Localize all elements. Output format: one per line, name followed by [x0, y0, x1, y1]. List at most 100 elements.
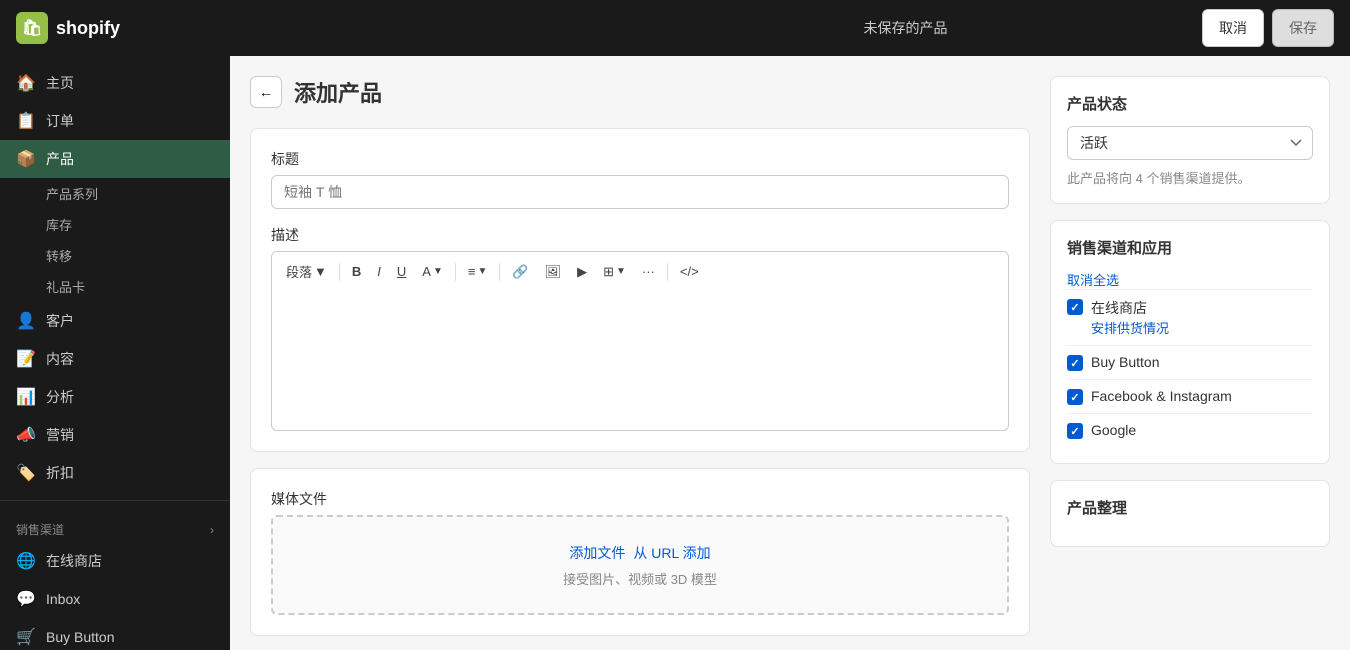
product-status-card: 产品状态 活跃 草稿 此产品将向 4 个销售渠道提供。 [1050, 76, 1330, 204]
discounts-icon: 🏷️ [16, 463, 36, 483]
save-button[interactable]: 保存 [1272, 9, 1334, 47]
sidebar-item-label: 订单 [46, 111, 74, 131]
sidebar-item-label: 主页 [46, 73, 74, 93]
sidebar-section-sales: 销售渠道 › [0, 509, 230, 542]
buy-button-icon: 🛒 [16, 627, 36, 647]
main-layout: 🏠 主页 📋 订单 📦 产品 产品系列 库存 转移 礼品卡 👤 客户 📝 内容 … [0, 56, 1350, 650]
sidebar-item-inbox[interactable]: 💬 Inbox [0, 580, 230, 618]
description-section: 描述 段落 ▼ B I U A▼ ≡▼ [271, 225, 1009, 431]
page-header: ← 添加产品 [250, 76, 1030, 108]
title-input[interactable] [271, 175, 1009, 209]
sidebar-item-customers[interactable]: 👤 客户 [0, 302, 230, 340]
sidebar-item-discounts[interactable]: 🏷️ 折扣 [0, 454, 230, 492]
products-icon: 📦 [16, 149, 36, 169]
sidebar-sub-gift-cards[interactable]: 礼品卡 [0, 271, 230, 302]
orders-icon: 📋 [16, 111, 36, 131]
sidebar-right: 产品状态 活跃 草稿 此产品将向 4 个销售渠道提供。 销售渠道和应用 取消全选… [1050, 76, 1330, 630]
editor-body[interactable] [271, 291, 1009, 431]
sidebar-item-marketing[interactable]: 📣 营销 [0, 416, 230, 454]
media-hint: 接受图片、视频或 3D 模型 [563, 569, 717, 588]
sidebar-item-home[interactable]: 🏠 主页 [0, 64, 230, 102]
italic-button[interactable]: I [371, 260, 387, 283]
channel-info-google: Google [1091, 422, 1313, 438]
toolbar-divider-4 [667, 263, 668, 281]
shopify-icon: 🛍 [16, 12, 48, 44]
sidebar-item-online-store[interactable]: 🌐 在线商店 [0, 542, 230, 580]
sidebar-item-label: 分析 [46, 387, 74, 407]
content-area: ← 添加产品 标题 描述 段落 ▼ B [230, 56, 1350, 650]
channel-info-facebook-instagram: Facebook & Instagram [1091, 388, 1313, 404]
sidebar-item-buy-button[interactable]: 🛒 Buy Button [0, 618, 230, 650]
organize-card: 产品整理 [1050, 480, 1330, 547]
table-button[interactable]: ⊞▼ [597, 260, 632, 284]
channel-checkbox-online-store[interactable] [1067, 299, 1083, 315]
expand-icon: › [210, 523, 214, 537]
sidebar-divider [0, 500, 230, 501]
back-button[interactable]: ← [250, 76, 282, 108]
organize-card-title: 产品整理 [1067, 497, 1313, 518]
page-title: 添加产品 [294, 76, 382, 108]
sidebar-item-analytics[interactable]: 📊 分析 [0, 378, 230, 416]
channels-card: 销售渠道和应用 取消全选 在线商店 安排供货情况 Buy Button [1050, 220, 1330, 464]
channel-online-store: 在线商店 安排供货情况 [1067, 289, 1313, 345]
add-url-link[interactable]: 从 URL 添加 [633, 543, 710, 563]
channel-checkbox-buy-button[interactable] [1067, 355, 1083, 371]
logo: 🛍 shopify [16, 12, 609, 44]
title-label: 标题 [271, 149, 1009, 169]
sidebar-item-label: 营销 [46, 425, 74, 445]
toolbar-divider-1 [339, 263, 340, 281]
image-button[interactable]: 🖼 [539, 260, 568, 284]
sidebar-item-label: Buy Button [46, 629, 115, 645]
media-upload-links: 添加文件 从 URL 添加 [569, 543, 710, 563]
more-button[interactable]: ··· [636, 260, 661, 283]
media-card: 媒体文件 添加文件 从 URL 添加 接受图片、视频或 3D 模型 [250, 468, 1030, 636]
cancel-button[interactable]: 取消 [1202, 9, 1264, 47]
media-upload-area[interactable]: 添加文件 从 URL 添加 接受图片、视频或 3D 模型 [271, 515, 1009, 615]
content-icon: 📝 [16, 349, 36, 369]
toolbar-divider-3 [499, 263, 500, 281]
add-file-link[interactable]: 添加文件 [569, 543, 625, 563]
channel-info-buy-button: Buy Button [1091, 354, 1313, 370]
sidebar-item-label: 客户 [46, 311, 74, 331]
bold-button[interactable]: B [346, 260, 367, 283]
paragraph-dropdown[interactable]: 段落 ▼ [280, 258, 333, 285]
link-button[interactable]: 🔗 [506, 260, 534, 284]
channel-checkbox-google[interactable] [1067, 423, 1083, 439]
text-color-button[interactable]: A▼ [416, 260, 449, 283]
sidebar-sub-product-series[interactable]: 产品系列 [0, 178, 230, 209]
align-button[interactable]: ≡▼ [462, 260, 494, 283]
sidebar-sub-transfer[interactable]: 转移 [0, 240, 230, 271]
sidebar-item-label: 产品 [46, 149, 74, 169]
channel-info-online-store: 在线商店 安排供货情况 [1091, 298, 1313, 337]
cancel-all-link[interactable]: 取消全选 [1067, 273, 1119, 288]
sidebar-item-label: 内容 [46, 349, 74, 369]
sidebar-sub-inventory[interactable]: 库存 [0, 209, 230, 240]
channel-facebook-instagram: Facebook & Instagram [1067, 379, 1313, 413]
toolbar-divider-2 [455, 263, 456, 281]
sidebar-item-content[interactable]: 📝 内容 [0, 340, 230, 378]
topbar: 🛍 shopify 未保存的产品 取消 保存 [0, 0, 1350, 56]
sidebar-item-products[interactable]: 📦 产品 [0, 140, 230, 178]
product-details-card: 标题 描述 段落 ▼ B I U A▼ [250, 128, 1030, 452]
channel-checkbox-facebook-instagram[interactable] [1067, 389, 1083, 405]
topbar-title: 未保存的产品 [609, 18, 1202, 38]
online-store-icon: 🌐 [16, 551, 36, 571]
sidebar-item-label: 折扣 [46, 463, 74, 483]
home-icon: 🏠 [16, 73, 36, 93]
channel-buy-button: Buy Button [1067, 345, 1313, 379]
sidebar: 🏠 主页 📋 订单 📦 产品 产品系列 库存 转移 礼品卡 👤 客户 📝 内容 … [0, 56, 230, 650]
status-select[interactable]: 活跃 草稿 [1067, 126, 1313, 160]
code-button[interactable]: </> [674, 260, 705, 283]
underline-button[interactable]: U [391, 260, 412, 283]
main-form: ← 添加产品 标题 描述 段落 ▼ B [250, 76, 1030, 630]
video-button[interactable]: ▶ [571, 260, 593, 284]
channels-card-title: 销售渠道和应用 [1067, 237, 1313, 258]
editor-toolbar: 段落 ▼ B I U A▼ ≡▼ 🔗 🖼 ▶ ⊞ [271, 251, 1009, 291]
logo-text: shopify [56, 18, 120, 39]
media-title: 媒体文件 [271, 489, 1009, 509]
desc-label: 描述 [271, 225, 1009, 245]
sidebar-item-orders[interactable]: 📋 订单 [0, 102, 230, 140]
customers-icon: 👤 [16, 311, 36, 331]
dropdown-arrow: ▼ [314, 264, 327, 279]
analytics-icon: 📊 [16, 387, 36, 407]
